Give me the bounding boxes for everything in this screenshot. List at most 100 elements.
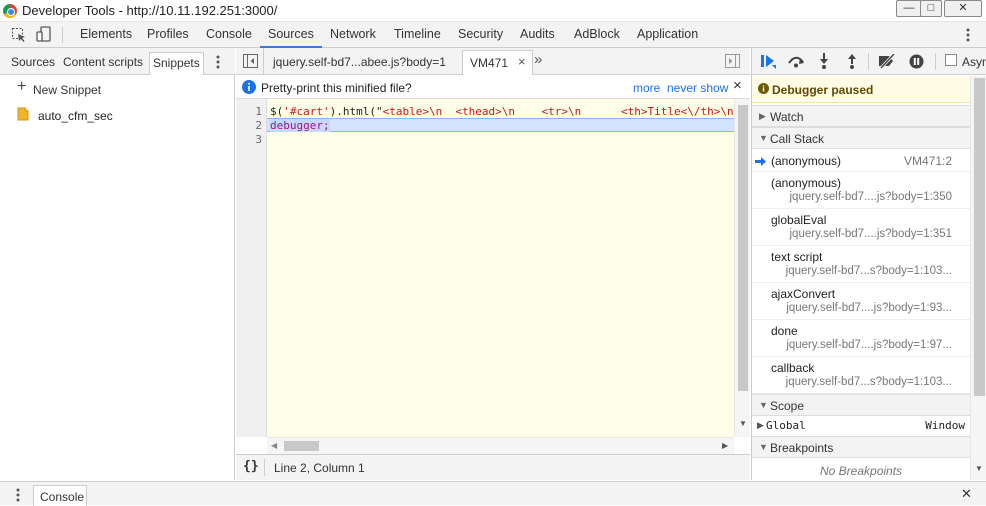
device-mode-icon[interactable] <box>36 26 52 46</box>
editor-vertical-scrollbar[interactable]: ▼ <box>734 99 750 437</box>
call-frame-location: jquery.self-bd7...s?body=1:103... <box>785 265 952 277</box>
new-snippet-button[interactable]: + New Snippet <box>17 78 217 99</box>
plus-icon: + <box>17 78 27 95</box>
scroll-right-arrow-icon[interactable]: ▶ <box>722 441 728 450</box>
line-number[interactable]: 2 <box>255 119 262 132</box>
call-frame-function: (anonymous) <box>771 154 842 168</box>
console-drawer-bar: Console ✕ <box>0 481 986 506</box>
tab-audits[interactable]: Audits <box>520 27 555 41</box>
tab-elements[interactable]: Elements <box>80 27 132 41</box>
step-out-icon[interactable] <box>847 53 857 72</box>
call-frame-location: jquery.self-bd7...s?body=1:103... <box>785 376 952 388</box>
code-line-2[interactable]: debugger; <box>270 119 330 132</box>
call-frame[interactable]: done jquery.self-bd7....js?body=1:97... <box>752 320 970 357</box>
inspect-element-icon[interactable] <box>11 27 27 46</box>
tab-security[interactable]: Security <box>458 27 503 41</box>
maximize-button[interactable]: □ <box>920 0 942 17</box>
scope-section-header[interactable]: ▼ Scope <box>752 394 970 416</box>
code-string-token: <table>\n <thead>\n <tr>\n <th>Title<\/t… <box>382 105 734 118</box>
scroll-down-arrow-icon[interactable]: ▼ <box>739 419 747 428</box>
scroll-down-arrow-icon[interactable]: ▼ <box>975 464 983 473</box>
line-number[interactable]: 1 <box>255 105 262 118</box>
scroll-left-arrow-icon[interactable]: ◀ <box>271 441 277 450</box>
pretty-print-icon[interactable]: {} <box>243 459 259 474</box>
line-number-gutter[interactable]: 1 2 3 <box>236 99 267 437</box>
debugger-toolbar-divider <box>935 53 936 70</box>
code-string-token: '#cart' <box>283 105 330 118</box>
call-frame[interactable]: text script jquery.self-bd7...s?body=1:1… <box>752 246 970 283</box>
more-tabs-icon[interactable]: » <box>534 51 542 68</box>
close-window-button[interactable]: ✕ <box>944 0 982 17</box>
vertical-scroll-thumb[interactable] <box>738 105 748 391</box>
close-tab-icon[interactable]: × <box>518 54 526 69</box>
scope-value: Window <box>925 419 965 432</box>
call-stack-section-header[interactable]: ▼ Call Stack <box>752 127 970 149</box>
code-token: ).html(" <box>329 105 383 118</box>
tab-network[interactable]: Network <box>330 27 376 41</box>
call-frame-function: ajaxConvert <box>771 287 836 301</box>
call-frame[interactable]: callback jquery.self-bd7...s?body=1:103.… <box>752 357 970 394</box>
pause-on-exceptions-icon[interactable] <box>909 54 924 72</box>
editor-horizontal-scrollbar[interactable]: ◀ ▶ <box>267 437 734 454</box>
async-checkbox[interactable] <box>945 54 957 66</box>
call-stack-section-label: Call Stack <box>770 132 825 146</box>
infobar-more-link[interactable]: more <box>633 81 660 95</box>
step-into-icon[interactable] <box>819 53 829 72</box>
breakpoints-section-header[interactable]: ▼ Breakpoints <box>752 436 970 458</box>
info-icon <box>242 80 256 97</box>
call-frame-function: text script <box>771 250 823 264</box>
editor-tab-jquery[interactable]: jquery.self-bd7...abee.js?body=1 <box>273 55 446 69</box>
no-breakpoints-text: No Breakpoints <box>820 464 903 478</box>
call-frame[interactable]: globalEval jquery.self-bd7....js?body=1:… <box>752 209 970 246</box>
status-divider <box>264 459 265 476</box>
deactivate-breakpoints-icon[interactable] <box>878 52 896 71</box>
navigator-tab-content-scripts[interactable]: Content scripts <box>63 55 143 69</box>
navigator-tab-snippets[interactable]: Snippets <box>149 52 204 75</box>
navigator-tab-sources[interactable]: Sources <box>11 55 55 69</box>
watch-section-header[interactable]: ▶ Watch <box>752 105 970 127</box>
snippet-file-icon <box>17 107 29 124</box>
resume-icon[interactable] <box>760 54 776 73</box>
code-editor[interactable]: $('#cart').html("<table>\n <thead>\n <tr… <box>267 99 734 437</box>
call-frame-location: VM471:2 <box>903 154 952 168</box>
debugger-paused-label: Debugger paused <box>772 83 874 97</box>
debugger-toolbar: Async <box>752 48 986 75</box>
tab-application[interactable]: Application <box>637 27 698 41</box>
code-line-1[interactable]: $('#cart').html("<table>\n <thead>\n <tr… <box>270 105 734 118</box>
call-frame-current[interactable]: (anonymous) VM471:2 <box>752 149 970 172</box>
call-frame[interactable]: ajaxConvert jquery.self-bd7....js?body=1… <box>752 283 970 320</box>
call-frame-function: (anonymous) <box>771 176 842 190</box>
more-options-icon[interactable] <box>966 27 970 46</box>
step-over-icon[interactable] <box>787 54 805 71</box>
scope-name: Global <box>766 419 806 432</box>
tab-adblock[interactable]: AdBlock <box>574 27 620 41</box>
snippet-file-item[interactable]: auto_cfm_sec <box>17 107 217 125</box>
infobar-close-button[interactable]: × <box>733 77 742 94</box>
minimize-button[interactable]: — <box>896 0 922 17</box>
horizontal-scroll-thumb[interactable] <box>284 441 319 451</box>
tab-profiles[interactable]: Profiles <box>147 27 189 41</box>
close-drawer-button[interactable]: ✕ <box>961 486 972 502</box>
editor-tab-vm471[interactable]: VM471 × <box>462 50 533 75</box>
tab-timeline[interactable]: Timeline <box>394 27 441 41</box>
scope-global-row[interactable]: ▶ Global Window <box>752 416 970 436</box>
call-frame[interactable]: (anonymous) jquery.self-bd7....js?body=1… <box>752 172 970 209</box>
drawer-tab-console-label: Console <box>40 490 85 504</box>
call-frame-location: jquery.self-bd7....js?body=1:350 <box>789 191 953 203</box>
tab-sources[interactable]: Sources <box>260 27 322 48</box>
debugger-paused-banner: Debugger paused <box>752 76 970 103</box>
scope-section-label: Scope <box>770 399 805 413</box>
call-frame-function: globalEval <box>771 213 827 227</box>
editor-tab-bar: jquery.self-bd7...abee.js?body=1 VM471 ×… <box>236 48 750 75</box>
drawer-menu-icon[interactable] <box>16 487 20 506</box>
sidebar-scrollbar[interactable]: ▼ <box>970 76 986 480</box>
editor-tab-divider <box>263 48 264 75</box>
toggle-navigator-icon[interactable] <box>243 54 258 71</box>
sidebar-scroll-thumb[interactable] <box>974 78 985 396</box>
toggle-debugger-icon[interactable] <box>725 54 740 71</box>
tab-console[interactable]: Console <box>206 27 252 41</box>
infobar-never-show-link[interactable]: never show <box>667 81 728 95</box>
drawer-tab-console[interactable]: Console <box>33 485 87 506</box>
line-number[interactable]: 3 <box>255 133 262 146</box>
navigator-menu-icon[interactable] <box>216 54 220 73</box>
